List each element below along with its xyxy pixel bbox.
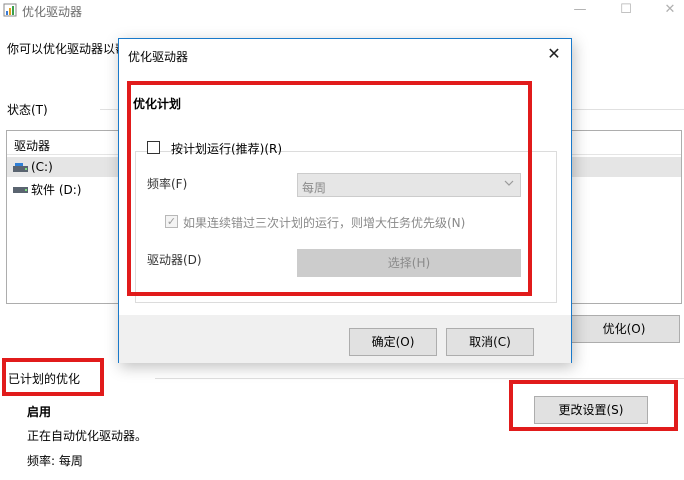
frequency-text: 频率: 每周 (27, 454, 83, 468)
annotation-box (2, 358, 104, 396)
app-icon (3, 3, 17, 17)
column-header-drive[interactable]: 驱动器 (14, 137, 50, 154)
window-title: 优化驱动器 (22, 5, 83, 19)
drive-icon (13, 162, 29, 172)
ok-button[interactable]: 确定(O) (349, 328, 437, 356)
dialog-title: 优化驱动器 (128, 50, 189, 64)
annotation-box (127, 81, 532, 296)
maximize-button[interactable]: ☐ (604, 0, 648, 22)
drive-name: 软件 (D:) (31, 183, 82, 197)
divider (155, 378, 684, 379)
description-text: 你可以优化驱动器以帮 (7, 42, 128, 56)
auto-optimize-text: 正在自动优化驱动器。 (27, 429, 148, 443)
drive-name: (C:) (31, 160, 53, 174)
status-label: 状态(T) (7, 103, 48, 117)
close-icon[interactable]: ✕ (545, 45, 563, 63)
cancel-button[interactable]: 取消(C) (446, 328, 534, 356)
close-button[interactable]: ✕ (648, 0, 684, 22)
optimize-button[interactable]: 优化(O) (568, 315, 680, 343)
annotation-box (509, 380, 678, 431)
enabled-label: 启用 (27, 405, 52, 419)
drive-icon (13, 183, 29, 193)
minimize-button[interactable]: — (558, 0, 602, 22)
main-titlebar: 优化驱动器 — ☐ ✕ (0, 0, 684, 22)
dialog-titlebar: 优化驱动器 ✕ (119, 39, 571, 70)
